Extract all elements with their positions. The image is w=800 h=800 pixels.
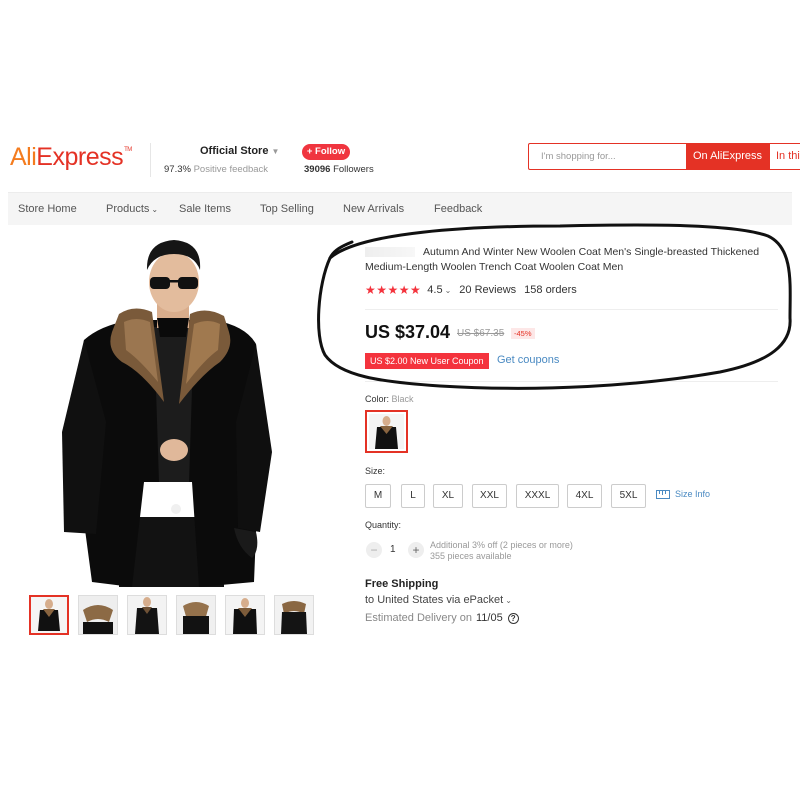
get-coupons-link[interactable]: Get coupons: [497, 354, 559, 366]
nav-label: Top Selling: [260, 203, 314, 215]
nav-feedback[interactable]: Feedback: [434, 193, 482, 226]
header-divider: [150, 143, 151, 177]
bulk-discount-note: Additional 3% off (2 pieces or more): [430, 540, 573, 550]
search-on-aliexpress-button[interactable]: On AliExpress: [686, 143, 769, 170]
nav-new-arrivals[interactable]: New Arrivals: [343, 193, 404, 226]
size-label: Size:: [365, 466, 386, 476]
divider: [365, 381, 778, 382]
color-value: Black: [391, 394, 414, 404]
store-name-label: Official Store: [200, 145, 269, 157]
size-option-m[interactable]: M: [365, 484, 391, 508]
followers-label: Followers: [333, 164, 374, 175]
chevron-down-icon: ▼: [271, 147, 280, 156]
quantity-increase-button[interactable]: +: [408, 542, 424, 558]
chevron-down-icon: ⌄: [151, 205, 159, 214]
follow-button[interactable]: + Follow: [302, 144, 350, 160]
orders-count: 158 orders: [524, 284, 577, 296]
logo-trademark: TM: [124, 147, 132, 153]
quantity-label: Quantity:: [365, 520, 402, 530]
shipping-title: Free Shipping: [365, 578, 439, 590]
nav-label: Products: [106, 203, 150, 215]
color-swatch-black[interactable]: [365, 410, 408, 453]
thumbnail-image: [31, 597, 67, 633]
store-name[interactable]: Official Store ▼: [200, 145, 279, 157]
thumbnail-4[interactable]: [176, 595, 216, 635]
feedback-percent: 97.3%: [164, 164, 191, 175]
thumbnail-image: [226, 596, 264, 634]
thumbnail-2[interactable]: [78, 595, 118, 635]
color-label: Color: Black: [365, 394, 414, 404]
discount-badge: -45%: [511, 328, 535, 339]
logo-express: Express: [36, 143, 124, 171]
nav-label: Feedback: [434, 203, 483, 215]
swatch-image: [369, 414, 404, 449]
product-title-line2: Medium-Length Woolen Trench Coat Woolen …: [365, 261, 624, 273]
size-option-xxxl[interactable]: XXXL: [516, 484, 559, 508]
shipping-destination-text: to United States via ePacket: [365, 594, 504, 606]
nav-top-selling[interactable]: Top Selling: [260, 193, 314, 226]
rating-value[interactable]: 4.5 ⌄: [427, 284, 451, 296]
quantity-note: Additional 3% off (2 pieces or more) 355…: [430, 540, 573, 562]
size-info-link[interactable]: Size Info: [656, 489, 710, 499]
rating-number: 4.5: [427, 284, 443, 296]
size-option-l[interactable]: L: [401, 484, 425, 508]
thumbnail-strip: [29, 595, 314, 635]
thumbnail-3[interactable]: [127, 595, 167, 635]
ruler-icon: [656, 489, 670, 499]
thumbnail-image: [79, 596, 117, 634]
thumbnail-image: [275, 596, 313, 634]
stock-available: 355 pieces available: [430, 551, 512, 561]
reviews-link[interactable]: 20 Reviews: [459, 284, 516, 296]
product-price: US $37.04: [365, 322, 451, 342]
size-option-5xl[interactable]: 5XL: [611, 484, 646, 508]
rating-row: ★★★★★ 4.5 ⌄ 20 Reviews 158 orders: [365, 283, 577, 297]
quantity-decrease-button[interactable]: −: [366, 542, 382, 558]
product-title-text1: Autumn And Winter New Woolen Coat Men's …: [423, 246, 760, 258]
size-info-label: Size Info: [675, 489, 711, 499]
question-circle-icon[interactable]: ?: [507, 612, 519, 624]
size-option-4xl[interactable]: 4XL: [567, 484, 602, 508]
search-input[interactable]: [529, 144, 686, 169]
size-option-xl[interactable]: XL: [433, 484, 463, 508]
nav-store-home[interactable]: Store Home: [18, 193, 77, 226]
thumbnail-6[interactable]: [274, 595, 314, 635]
divider: [365, 309, 778, 310]
followers-count: 39096 Followers: [304, 164, 374, 175]
swatch-thumbnail: [369, 414, 404, 449]
thumbnail-5[interactable]: [225, 595, 265, 635]
coat-model-illustration: [62, 240, 272, 587]
delivery-label: Estimated Delivery on: [365, 612, 472, 624]
chevron-down-icon: ⌄: [444, 286, 452, 295]
shipping-destination[interactable]: to United States via ePacket ⌄: [365, 594, 512, 606]
store-nav: Store Home Products ⌄ Sale Items Top Sell…: [8, 192, 792, 225]
star-icon: ★★★★★: [365, 283, 422, 297]
blurred-brand: [365, 247, 415, 258]
nav-sale-items[interactable]: Sale Items: [179, 193, 231, 226]
size-option-xxl[interactable]: XXL: [472, 484, 507, 508]
logo-ali: Ali: [10, 143, 37, 171]
original-price: US $67.35: [457, 328, 505, 339]
thumbnail-image: [128, 596, 166, 634]
new-user-coupon[interactable]: US $2.00 New User Coupon: [365, 353, 489, 369]
store-feedback: 97.3% Positive feedback: [164, 164, 268, 175]
nav-products[interactable]: Products ⌄: [106, 193, 158, 226]
feedback-label: Positive feedback: [193, 164, 269, 175]
search-box: [528, 143, 686, 170]
color-label-text: Color:: [365, 394, 390, 404]
chevron-down-icon: ⌄: [505, 596, 512, 605]
delivery-date: 11/05: [476, 612, 503, 624]
product-title-line1: Autumn And Winter New Woolen Coat Men's …: [365, 246, 780, 258]
product-main-image[interactable]: [24, 232, 324, 587]
nav-label: New Arrivals: [343, 203, 405, 215]
thumbnail-1[interactable]: [29, 595, 69, 635]
nav-label: Store Home: [18, 203, 77, 215]
estimated-delivery: Estimated Delivery on 11/05 ?: [365, 612, 519, 624]
quantity-value[interactable]: 1: [390, 544, 396, 555]
nav-label: Sale Items: [179, 203, 231, 215]
thumbnail-image: [177, 596, 215, 634]
search-in-store-button[interactable]: In this store: [769, 143, 800, 170]
followers-number: 39096: [304, 164, 331, 175]
aliexpress-logo[interactable]: Ali Express TM: [10, 143, 132, 172]
